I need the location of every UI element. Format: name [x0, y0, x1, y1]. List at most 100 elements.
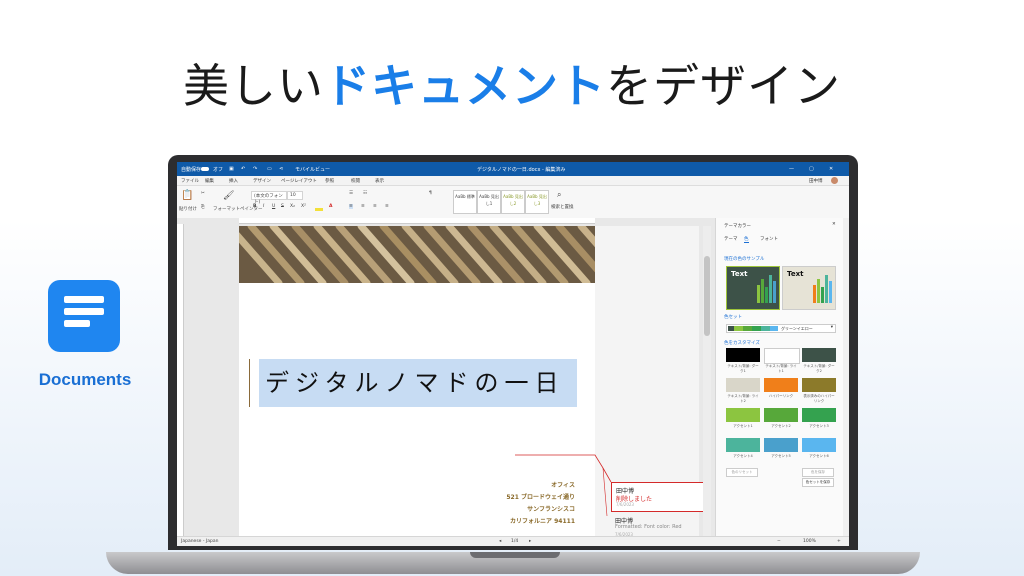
swatch-label: アクセント3	[809, 424, 829, 428]
tab-theme[interactable]: テーマ	[724, 236, 738, 242]
superscript-icon[interactable]: X²	[301, 204, 306, 209]
colorset-select[interactable]: グリーンイエロー ▾	[726, 324, 836, 333]
color-swatch[interactable]	[764, 348, 800, 364]
color-swatch[interactable]	[726, 348, 760, 362]
minimize-icon[interactable]: —	[789, 166, 794, 172]
font-size-select[interactable]: 10	[287, 191, 303, 200]
panel-close-icon[interactable]: ✕	[832, 222, 836, 227]
italic-icon[interactable]: I	[263, 204, 264, 209]
align-left-icon[interactable]: ≡	[349, 204, 353, 209]
format-painter-icon[interactable]: 🖌	[223, 191, 234, 201]
bold-icon[interactable]: B	[253, 204, 256, 209]
print-icon[interactable]: ▭	[267, 166, 272, 172]
paste-label[interactable]: 貼り付け	[179, 206, 197, 212]
color-swatch[interactable]	[726, 378, 760, 392]
language-status[interactable]: Japanese - Japan	[181, 539, 218, 544]
autosave-toggle[interactable]	[201, 167, 209, 171]
save-colors-button[interactable]: 色を保存	[802, 468, 834, 477]
laptop-frame: 自動保存 オフ ▣ ↶ ↷ ▭ ⋖ モバイルビュー デジタルノマドの一日.doc…	[168, 155, 858, 550]
headline: 美しいドキュメントをデザイン	[0, 50, 1024, 116]
underline-icon[interactable]: U	[272, 204, 275, 209]
menu-insert[interactable]: 挿入	[229, 178, 238, 184]
style-heading2[interactable]: AaBb 見出し2	[501, 190, 525, 214]
vertical-scrollbar[interactable]	[703, 226, 711, 536]
sample-text: Text	[787, 270, 804, 278]
color-swatch[interactable]	[802, 348, 836, 362]
color-swatch[interactable]	[764, 438, 798, 452]
section-custom-heading: 色をカスタマイズ	[724, 341, 760, 346]
prev-page-icon[interactable]: ◂	[499, 539, 501, 544]
cut-icon[interactable]: ✂	[201, 191, 205, 196]
autosave-label: 自動保存	[181, 167, 202, 173]
paragraph-mark-icon[interactable]: ¶	[429, 191, 432, 196]
title-bar: 自動保存 オフ ▣ ↶ ↷ ▭ ⋖ モバイルビュー デジタルノマドの一日.doc…	[177, 162, 849, 176]
reset-colors-button[interactable]: 色のリセット	[726, 468, 758, 477]
menu-references[interactable]: 参照	[325, 178, 334, 184]
panel-title: テーマカラー	[724, 224, 751, 229]
menu-page-layout[interactable]: ページレイアウト	[281, 178, 317, 184]
save-colorset-button[interactable]: 色セットを保存	[802, 478, 834, 487]
share-icon[interactable]: ⋖	[279, 166, 283, 172]
color-swatch[interactable]	[764, 408, 798, 422]
style-heading3[interactable]: AaBb 見出し3	[525, 190, 549, 214]
highlight-icon[interactable]	[315, 208, 323, 211]
copy-icon[interactable]: ⎘	[201, 204, 205, 210]
zoom-level[interactable]: 100%	[803, 539, 816, 544]
avatar[interactable]	[831, 177, 838, 184]
menu-file[interactable]: ファイル	[181, 178, 199, 184]
sample-bar	[769, 275, 772, 303]
sample-bar	[817, 279, 820, 303]
sample-bar	[757, 285, 760, 303]
sample-bar	[765, 287, 768, 303]
style-normal[interactable]: AaBb 標準	[453, 190, 477, 214]
subscript-icon[interactable]: X₂	[290, 204, 295, 209]
font-select[interactable]: (本文のフォント)	[251, 191, 287, 205]
justify-icon[interactable]: ≡	[385, 204, 389, 209]
close-icon[interactable]: ✕	[829, 166, 833, 172]
light-sample-card[interactable]: Text	[782, 266, 836, 310]
save-icon[interactable]: ▣	[229, 166, 234, 172]
sample-bar	[829, 281, 832, 303]
comment-text: Formatted: Font color: Red	[615, 524, 682, 530]
color-swatch[interactable]	[802, 408, 836, 422]
swatch-label: アクセント5	[771, 454, 791, 458]
scroll-thumb[interactable]	[704, 256, 710, 336]
color-swatch[interactable]	[802, 378, 836, 392]
strikethrough-icon[interactable]: S	[281, 204, 284, 209]
documents-app-icon	[48, 280, 120, 352]
menu-edit[interactable]: 編集	[205, 178, 214, 184]
maximize-icon[interactable]: ▢	[809, 166, 814, 172]
font-color-icon[interactable]: A	[329, 204, 332, 209]
user-name: 田中博	[809, 179, 823, 184]
color-swatch[interactable]	[726, 408, 760, 422]
undo-icon[interactable]: ↶	[241, 166, 245, 172]
color-swatch[interactable]	[802, 438, 836, 452]
menu-view[interactable]: 表示	[375, 178, 384, 184]
laptop-notch	[470, 552, 560, 558]
sample-text: Text	[731, 270, 748, 278]
colorset-preview	[728, 326, 778, 331]
mobile-view-button[interactable]: モバイルビュー	[295, 166, 330, 173]
menu-review[interactable]: 校閲	[351, 178, 360, 184]
zoom-out-icon[interactable]: −	[777, 539, 781, 544]
color-swatch[interactable]	[764, 378, 798, 392]
zoom-in-icon[interactable]: +	[837, 539, 841, 544]
numbering-icon[interactable]: ☷	[363, 191, 367, 196]
dark-sample-card[interactable]: Text	[726, 266, 780, 310]
redo-icon[interactable]: ↷	[253, 166, 257, 172]
tab-font[interactable]: フォント	[760, 236, 778, 242]
tab-color[interactable]: 色	[744, 236, 749, 243]
bullets-icon[interactable]: ☰	[349, 191, 353, 196]
next-page-icon[interactable]: ▸	[529, 539, 531, 544]
comment-card[interactable]: 田中博 削除しました 7/6/2023	[611, 482, 705, 512]
style-heading1[interactable]: AaBb 見出し1	[477, 190, 501, 214]
align-right-icon[interactable]: ≡	[373, 204, 377, 209]
find-replace-icon[interactable]: ⌕	[557, 190, 561, 200]
find-replace-label[interactable]: 検索と置換	[551, 204, 574, 210]
color-swatch[interactable]	[726, 438, 760, 452]
paste-icon[interactable]: 📋	[181, 190, 193, 201]
autosave-state: オフ	[213, 167, 224, 173]
menu-design[interactable]: デザイン	[253, 178, 271, 184]
swatch-label: テキスト/背景: ダーク2	[803, 364, 835, 373]
align-center-icon[interactable]: ≡	[361, 204, 365, 209]
